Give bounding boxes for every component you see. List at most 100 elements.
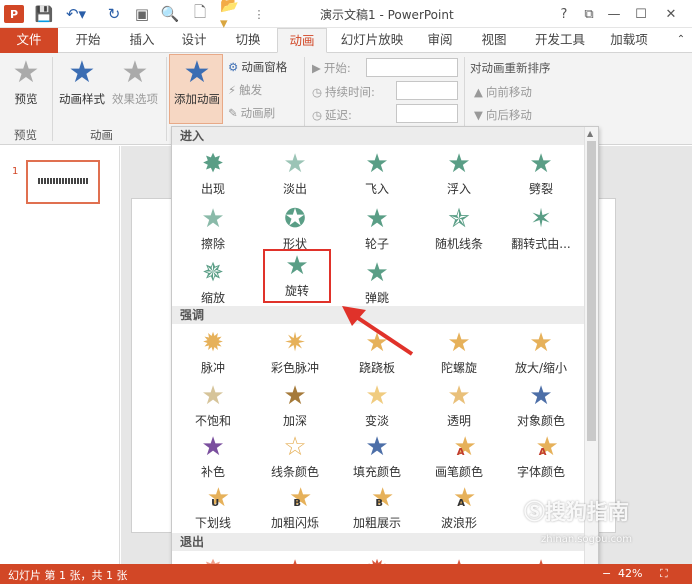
font-color-star-icon: ★A xyxy=(535,432,559,462)
duration-input[interactable] xyxy=(396,81,458,100)
float-in-star-icon: ★ xyxy=(447,149,471,179)
preview-button[interactable]: ★ 预览 xyxy=(8,57,44,107)
spin-star-icon: ★ xyxy=(447,328,471,358)
section-header-exit: 退出 xyxy=(172,533,584,551)
tab-transitions[interactable]: 切换 xyxy=(226,28,270,53)
anim-desaturate[interactable]: ★ 不饱和 xyxy=(172,381,254,433)
anim-color-pulse[interactable]: ✷ 彩色脉冲 xyxy=(254,328,336,380)
start-select[interactable] xyxy=(366,58,458,77)
tab-insert[interactable]: 插入 xyxy=(120,28,164,53)
tab-view[interactable]: 视图 xyxy=(472,28,516,53)
collapse-ribbon-icon[interactable]: ⌃ xyxy=(672,28,690,53)
scrollbar-thumb[interactable] xyxy=(587,141,596,441)
add-animation-button[interactable]: ★ 添加动画 xyxy=(170,57,224,107)
print-preview-icon[interactable]: 🔍 xyxy=(160,5,180,23)
customize-toolbar-icon[interactable]: ⋮ xyxy=(252,5,266,23)
anim-zoom[interactable]: ✵ 缩放 xyxy=(172,258,254,310)
redo-icon[interactable]: ↻ xyxy=(104,5,124,23)
anim-swivel[interactable]: ★ 旋转 xyxy=(263,249,331,303)
wheel-star-icon: ★ xyxy=(365,204,389,234)
anim-transparency[interactable]: ★ 透明 xyxy=(418,381,500,433)
anim-fly-in[interactable]: ★ 飞入 xyxy=(336,149,418,201)
swivel-star-icon: ★ xyxy=(285,251,309,281)
anim-spin[interactable]: ★ 陀螺旋 xyxy=(418,328,500,380)
move-earlier-button[interactable]: ▲ 向前移动 xyxy=(474,84,532,100)
fill-color-star-icon: ★ xyxy=(365,432,389,462)
powerpoint-app-icon[interactable]: P xyxy=(4,5,24,23)
tab-design[interactable]: 设计 xyxy=(172,28,216,53)
present-from-start-icon[interactable]: ▣ xyxy=(132,5,152,23)
move-later-button[interactable]: ▼ 向后移动 xyxy=(474,107,532,123)
anim-fill-color[interactable]: ★ 填充颜色 xyxy=(336,432,418,484)
anim-pulse[interactable]: ✹ 脉冲 xyxy=(172,328,254,380)
ribbon-display-options-button[interactable]: ⧉ xyxy=(578,4,600,24)
split-star-icon: ★ xyxy=(529,149,553,179)
transparency-star-icon: ★ xyxy=(447,381,471,411)
bounce-star-icon: ★ xyxy=(365,258,389,288)
anim-wipe[interactable]: ★ 擦除 xyxy=(172,204,254,256)
group-label-preview: 预览 xyxy=(14,128,37,142)
clock-icon: ◷ xyxy=(312,85,323,99)
tab-home[interactable]: 开始 xyxy=(66,28,110,53)
anim-grow-shrink[interactable]: ★ 放大/缩小 xyxy=(500,328,582,380)
zoom-level[interactable]: 42% xyxy=(618,567,642,580)
pulse-star-icon: ✹ xyxy=(202,328,224,358)
anim-lighten[interactable]: ★ 变淡 xyxy=(336,381,418,433)
effect-options-button[interactable]: ★ 效果选项 xyxy=(108,57,162,107)
tab-slideshow[interactable]: 幻灯片放映 xyxy=(334,28,410,53)
tab-review[interactable]: 审阅 xyxy=(418,28,462,53)
anim-underline[interactable]: ★U 下划线 xyxy=(172,483,254,535)
random-bars-star-icon: ✯ xyxy=(448,204,470,234)
undo-icon[interactable]: ↶▾ xyxy=(64,5,88,23)
anim-float-in[interactable]: ★ 浮入 xyxy=(418,149,500,201)
grow-shrink-star-icon: ★ xyxy=(529,328,553,358)
fit-to-window-icon[interactable]: ⛶ xyxy=(660,567,668,581)
tab-addins[interactable]: 加载项 xyxy=(598,28,660,53)
animation-styles-button[interactable]: ★ 动画样式 xyxy=(56,57,108,107)
new-file-icon[interactable]: 🗋 xyxy=(190,3,210,23)
delay-label: ◷ 延迟: xyxy=(312,108,352,122)
anim-brush-color[interactable]: ★A 画笔颜色 xyxy=(418,432,500,484)
save-icon[interactable]: 💾 xyxy=(34,5,54,23)
anim-font-color[interactable]: ★A 字体颜色 xyxy=(500,432,582,484)
slide-thumbnail[interactable] xyxy=(26,160,100,204)
fly-in-star-icon: ★ xyxy=(365,149,389,179)
maximize-button[interactable]: ☐ xyxy=(630,4,652,24)
open-folder-icon[interactable]: 📂▾ xyxy=(220,0,244,32)
anim-line-color[interactable]: ☆ 线条颜色 xyxy=(254,432,336,484)
tab-animations[interactable]: 动画 xyxy=(277,28,327,53)
section-header-enter: 进入 xyxy=(172,127,584,145)
window-title: 演示文稿1 - PowerPoint xyxy=(320,8,454,22)
help-button[interactable]: ? xyxy=(553,4,575,24)
anim-wave[interactable]: ★A 波浪形 xyxy=(418,483,500,535)
anim-complementary-color[interactable]: ★ 补色 xyxy=(172,432,254,484)
trigger-button[interactable]: ⚡ 触发 xyxy=(228,82,262,98)
tab-file[interactable]: 文件 xyxy=(0,28,58,53)
ribbon-separator xyxy=(166,57,167,141)
add-animation-star-icon: ★ xyxy=(183,55,211,90)
scroll-up-icon[interactable]: ▲ xyxy=(587,129,593,138)
anim-random-bars[interactable]: ✯ 随机线条 xyxy=(418,204,500,256)
zoom-out-icon[interactable]: − xyxy=(602,567,611,580)
anim-split[interactable]: ★ 劈裂 xyxy=(500,149,582,201)
close-button[interactable]: ✕ xyxy=(660,4,682,24)
ribbon-separator xyxy=(52,57,53,141)
status-bar: 幻灯片 第 1 张，共 1 张 − 42% ⛶ xyxy=(0,564,692,584)
animation-painter-button[interactable]: ✎ 动画刷 xyxy=(228,105,275,121)
anim-bold-reveal[interactable]: ★B 加粗展示 xyxy=(336,483,418,535)
animation-pane-button[interactable]: ⚙ 动画窗格 xyxy=(228,59,287,75)
anim-bold-flash[interactable]: ★B 加粗闪烁 xyxy=(254,483,336,535)
anim-fade[interactable]: ★ 淡出 xyxy=(254,149,336,201)
anim-wheel[interactable]: ★ 轮子 xyxy=(336,204,418,256)
watermark-brand: Ⓢ搜狗指南 xyxy=(524,500,629,524)
anim-darken[interactable]: ★ 加深 xyxy=(254,381,336,433)
animation-styles-star-icon: ★ xyxy=(68,55,96,90)
minimize-button[interactable]: — xyxy=(603,4,625,24)
anim-grow-turn[interactable]: ✶ 翻转式由... xyxy=(500,204,582,256)
tab-developer[interactable]: 开发工具 xyxy=(530,28,590,53)
anim-object-color[interactable]: ★ 对象颜色 xyxy=(500,381,582,433)
shape-star-icon: ✪ xyxy=(284,204,306,234)
play-icon: ▶ xyxy=(312,61,321,75)
anim-appear[interactable]: ✸ 出现 xyxy=(172,149,254,201)
delay-input[interactable] xyxy=(396,104,458,123)
